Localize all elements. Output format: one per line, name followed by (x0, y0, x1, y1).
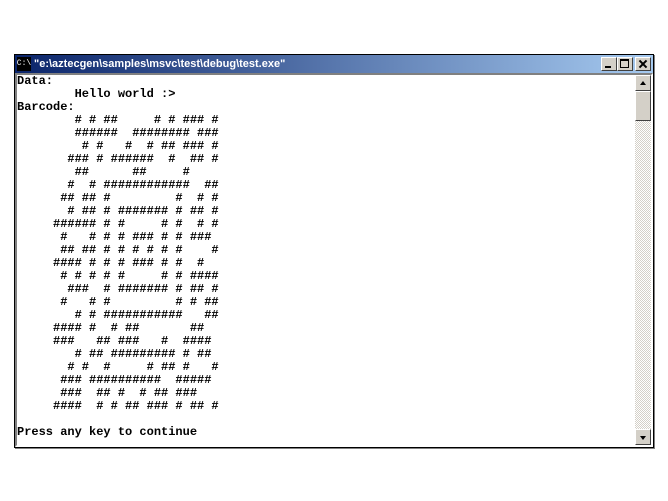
client-area: Data: Hello world :> Barcode: # # ## # #… (15, 73, 653, 447)
close-button[interactable] (635, 57, 651, 71)
window-controls (601, 57, 651, 71)
scroll-thumb[interactable] (635, 91, 651, 121)
console-window: C:\ "e:\aztecgen\samples\msvc\test\debug… (14, 54, 654, 448)
minimize-button[interactable] (601, 57, 617, 71)
scroll-down-button[interactable] (635, 429, 651, 445)
scroll-up-button[interactable] (635, 75, 651, 91)
titlebar[interactable]: C:\ "e:\aztecgen\samples\msvc\test\debug… (15, 55, 653, 73)
maximize-button[interactable] (617, 57, 633, 71)
window-title: "e:\aztecgen\samples\msvc\test\debug\tes… (34, 58, 601, 70)
scroll-track[interactable] (635, 121, 651, 429)
vertical-scrollbar[interactable] (635, 75, 651, 445)
cmd-icon: C:\ (17, 57, 31, 71)
console-output: Data: Hello world :> Barcode: # # ## # #… (17, 75, 635, 445)
